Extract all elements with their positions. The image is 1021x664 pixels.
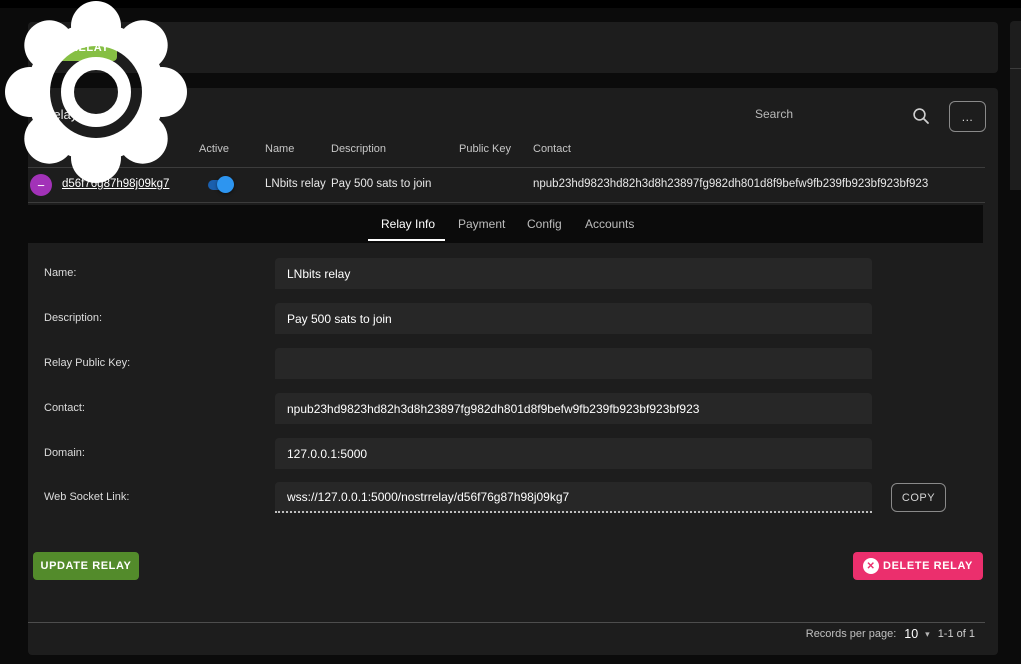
description-field[interactable] <box>275 303 872 334</box>
table-header-divider <box>28 167 985 168</box>
delete-relay-button[interactable]: ✕ DELETE RELAY <box>853 552 983 580</box>
new-relay-button[interactable]: NEW RELAY <box>31 35 117 61</box>
active-tab-indicator <box>368 239 445 241</box>
relay-public-key-label: Relay Public Key: <box>44 357 130 369</box>
cancel-circle-icon: ✕ <box>863 558 879 574</box>
form-row-web-socket-link: Web Socket Link: <box>28 482 985 513</box>
table-row-divider <box>28 202 985 203</box>
adjacent-card-edge <box>1010 21 1021 190</box>
records-per-page-label: Records per page: <box>806 628 897 640</box>
row-description-cell: Pay 500 sats to join <box>331 178 431 190</box>
web-socket-link-field[interactable] <box>275 482 872 513</box>
records-per-page-select[interactable]: 10 ▾ <box>904 627 929 641</box>
tab-payment[interactable]: Payment <box>458 217 505 231</box>
relay-id-link[interactable]: d56f76g87h98j09kg7 <box>62 178 169 190</box>
adjacent-card-divider <box>1010 68 1021 69</box>
pagination: Records per page: 10 ▾ 1-1 of 1 <box>806 627 975 641</box>
description-label: Description: <box>44 312 102 324</box>
pagination-divider <box>28 622 985 623</box>
relays-card: Relays ... Active Name Description Publi… <box>28 88 998 655</box>
search-field[interactable] <box>755 101 905 127</box>
table-options-button[interactable]: ... <box>949 101 986 132</box>
collapse-row-button[interactable]: − <box>30 174 52 196</box>
column-header-name: Name <box>265 143 294 155</box>
form-row-contact: Contact: <box>28 393 985 424</box>
form-row-description: Description: <box>28 303 985 334</box>
delete-relay-label: DELETE RELAY <box>883 560 973 572</box>
search-icon[interactable] <box>912 107 930 125</box>
detail-tabbar: Relay Info Payment Config Accounts <box>28 205 983 243</box>
new-relay-card: NEW RELAY <box>28 22 998 73</box>
form-row-name: Name: <box>28 258 985 289</box>
top-window-bar <box>0 0 1021 8</box>
column-header-description: Description <box>331 143 386 155</box>
domain-label: Domain: <box>44 447 85 459</box>
tab-config[interactable]: Config <box>527 217 562 231</box>
records-per-page-value: 10 <box>904 627 918 641</box>
chevron-down-icon: ▾ <box>925 629 930 640</box>
row-contact-cell: npub23hd9823hd82h3d8h23897fg982dh801d8f9… <box>533 178 928 190</box>
column-header-contact: Contact <box>533 143 571 155</box>
relay-public-key-field[interactable] <box>275 348 872 379</box>
web-socket-link-label: Web Socket Link: <box>44 491 129 503</box>
form-row-relay-public-key: Relay Public Key: <box>28 348 985 379</box>
update-relay-button[interactable]: UPDATE RELAY <box>33 552 139 580</box>
contact-field[interactable] <box>275 393 872 424</box>
row-name-cell: LNbits relay <box>265 178 326 190</box>
active-toggle[interactable] <box>208 180 234 190</box>
domain-field[interactable] <box>275 438 872 469</box>
contact-label: Contact: <box>44 402 85 414</box>
form-row-domain: Domain: <box>28 438 985 469</box>
column-header-active: Active <box>199 143 229 155</box>
column-header-public-key: Public Key <box>459 143 511 155</box>
pagination-range: 1-1 of 1 <box>938 628 975 640</box>
search-input[interactable] <box>755 101 905 127</box>
name-field[interactable] <box>275 258 872 289</box>
page-title: Relays <box>44 107 84 122</box>
toggle-thumb <box>217 176 234 193</box>
name-label: Name: <box>44 267 76 279</box>
tab-accounts[interactable]: Accounts <box>585 217 634 231</box>
tab-relay-info[interactable]: Relay Info <box>381 217 435 231</box>
copy-button[interactable]: COPY <box>891 483 946 512</box>
